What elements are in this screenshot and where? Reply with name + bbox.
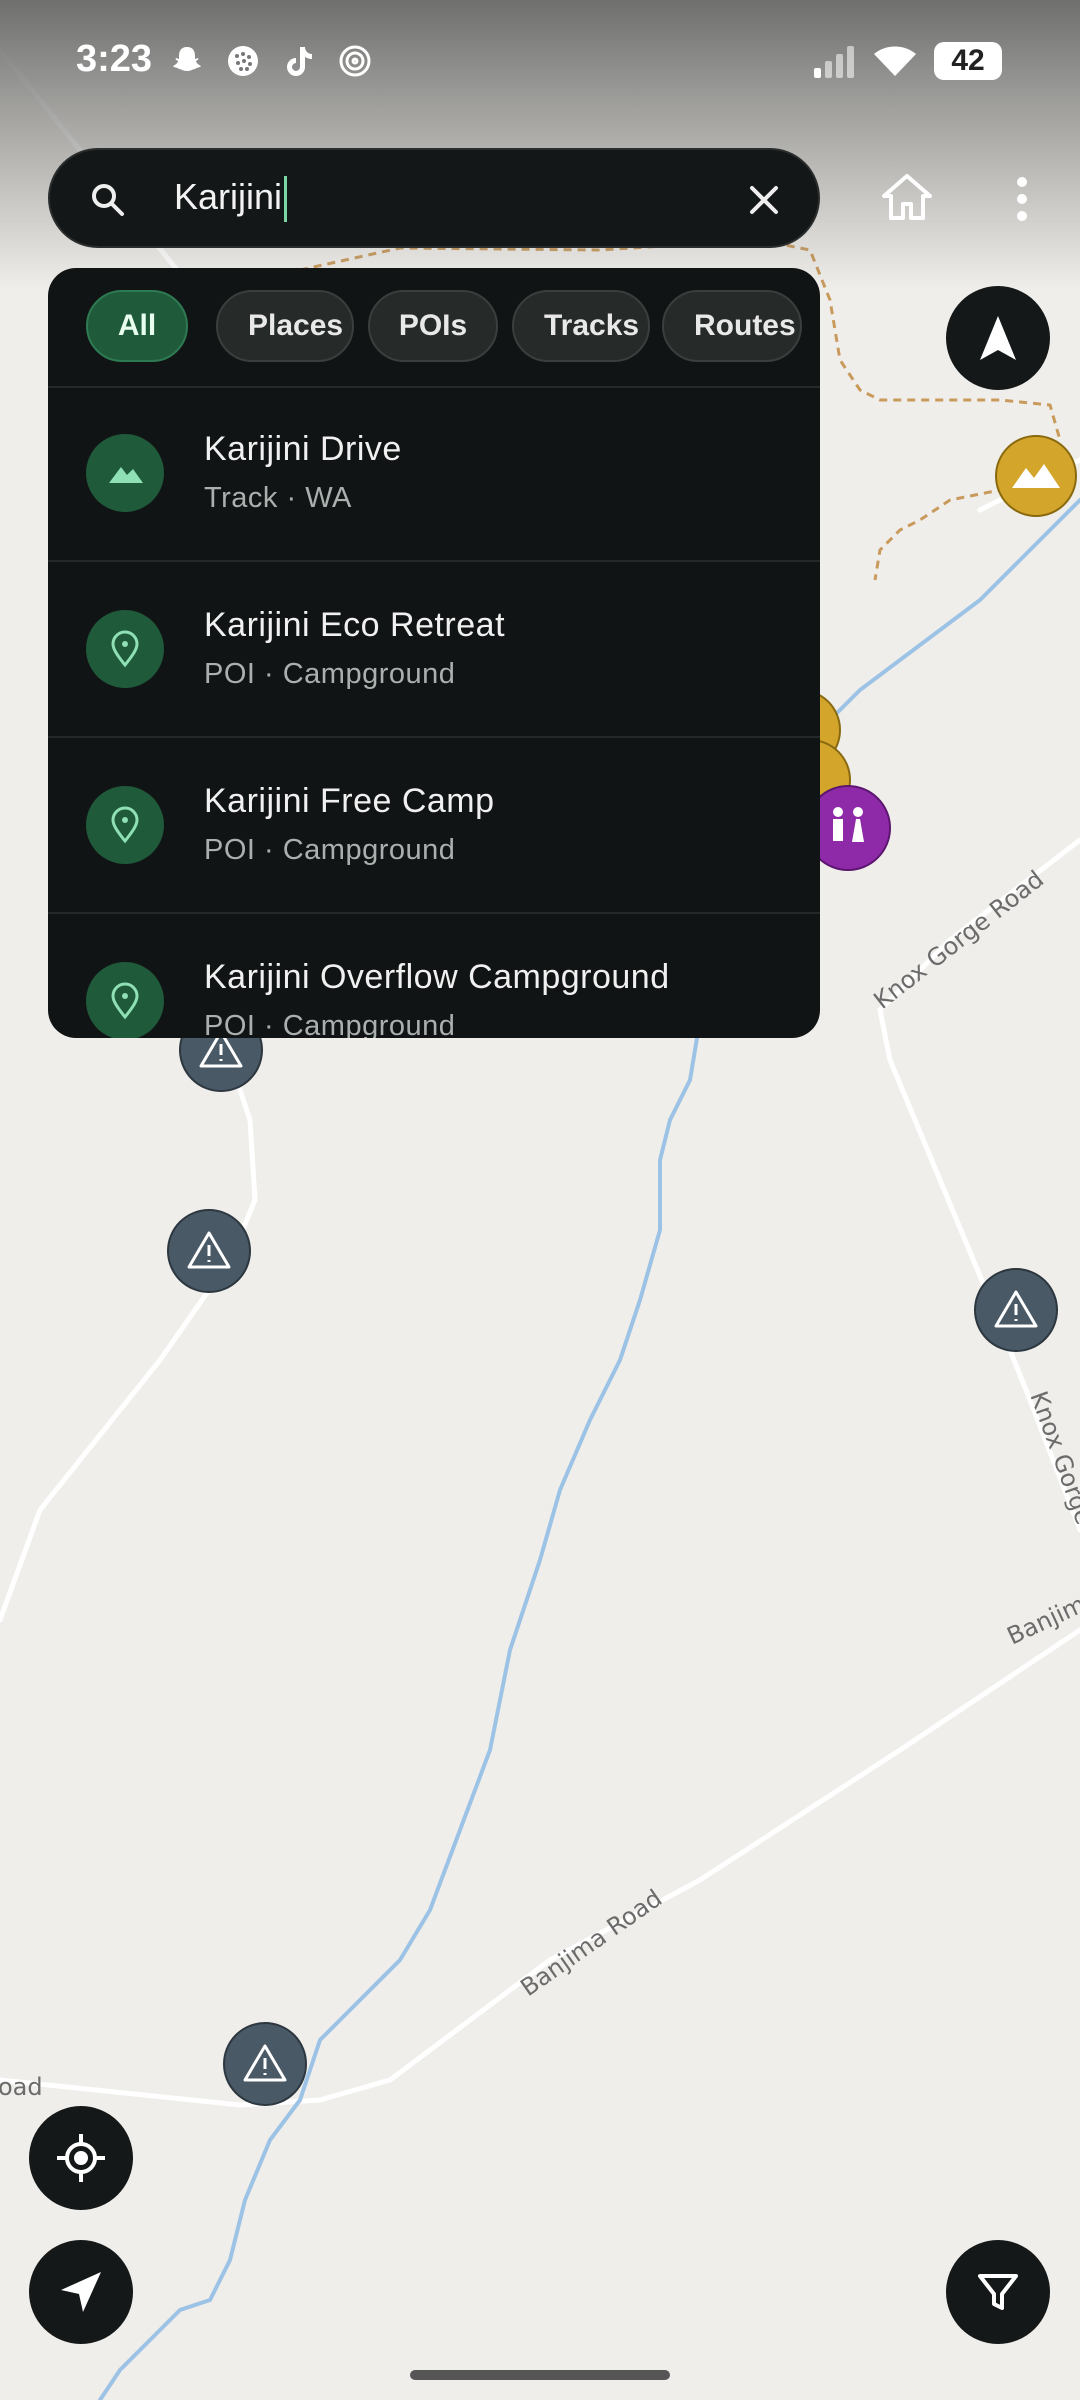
status-bar: 3:23 42 <box>0 0 1080 120</box>
chip-all[interactable]: All <box>86 290 188 362</box>
search-icon <box>92 184 124 216</box>
location-pin-icon <box>111 806 139 844</box>
filter-funnel-icon <box>978 2274 1018 2310</box>
result-icon <box>86 610 164 688</box>
result-subtitle: POI · Campground <box>204 1010 456 1038</box>
campground-marker[interactable] <box>995 435 1077 517</box>
result-item[interactable]: Karijini Free Camp POI · Campground <box>48 738 820 914</box>
battery-level: 42 <box>951 44 985 77</box>
location-pin-icon <box>111 982 139 1020</box>
result-item[interactable]: Karijini Eco Retreat POI · Campground <box>48 562 820 738</box>
filter-chips: All Places POIs Tracks Routes <box>48 268 820 388</box>
navigate-button[interactable] <box>29 2240 133 2344</box>
compass-button[interactable] <box>946 286 1050 390</box>
search-bar[interactable]: Karijini <box>48 148 820 248</box>
battery-icon: 42 <box>934 42 1002 80</box>
result-subtitle: POI · Campground <box>204 658 456 690</box>
result-icon <box>86 434 164 512</box>
text-cursor <box>284 176 288 223</box>
chip-routes[interactable]: Routes <box>662 290 802 362</box>
result-item[interactable]: Karijini Drive Track · WA <box>48 386 820 562</box>
gps-target-icon <box>57 2134 105 2182</box>
search-input[interactable]: Karijini <box>174 176 288 223</box>
warning-marker[interactable] <box>223 2022 307 2106</box>
filter-button[interactable] <box>946 2240 1050 2344</box>
chip-pois[interactable]: POIs <box>368 290 498 362</box>
road-label: oad <box>0 2073 43 2101</box>
result-icon <box>86 786 164 864</box>
navigation-arrow-icon <box>980 316 1016 360</box>
search-results-panel: All Places POIs Tracks Routes Karijini D… <box>48 268 820 1038</box>
search-query: Karijini <box>174 176 283 217</box>
result-title: Karijini Overflow Campground <box>204 958 670 996</box>
more-vert-icon[interactable] <box>1012 174 1032 224</box>
web-icon <box>228 46 258 76</box>
chip-places[interactable]: Places <box>216 290 354 362</box>
wifi-icon <box>874 46 916 76</box>
result-subtitle: POI · Campground <box>204 834 456 866</box>
result-title: Karijini Eco Retreat <box>204 606 506 644</box>
location-pin-icon <box>111 630 139 668</box>
mountain-icon <box>109 467 143 483</box>
result-title: Karijini Free Camp <box>204 782 495 820</box>
tiktok-icon <box>287 47 312 76</box>
close-icon[interactable] <box>746 182 782 218</box>
chip-tracks[interactable]: Tracks <box>512 290 650 362</box>
warning-marker[interactable] <box>974 1268 1058 1352</box>
warning-marker[interactable] <box>167 1209 251 1293</box>
spiral-icon <box>339 45 371 77</box>
cellular-signal-icon <box>814 46 854 78</box>
result-icon <box>86 962 164 1038</box>
result-title: Karijini Drive <box>204 430 402 468</box>
result-item[interactable]: Karijini Overflow Campground POI · Campg… <box>48 914 820 1038</box>
snapchat-icon <box>173 47 201 71</box>
status-time: 3:23 <box>76 38 153 80</box>
navigate-icon <box>61 2272 101 2312</box>
locate-button[interactable] <box>29 2106 133 2210</box>
result-subtitle: Track · WA <box>204 482 352 514</box>
home-icon[interactable] <box>880 172 934 222</box>
gesture-bar <box>410 2370 670 2380</box>
